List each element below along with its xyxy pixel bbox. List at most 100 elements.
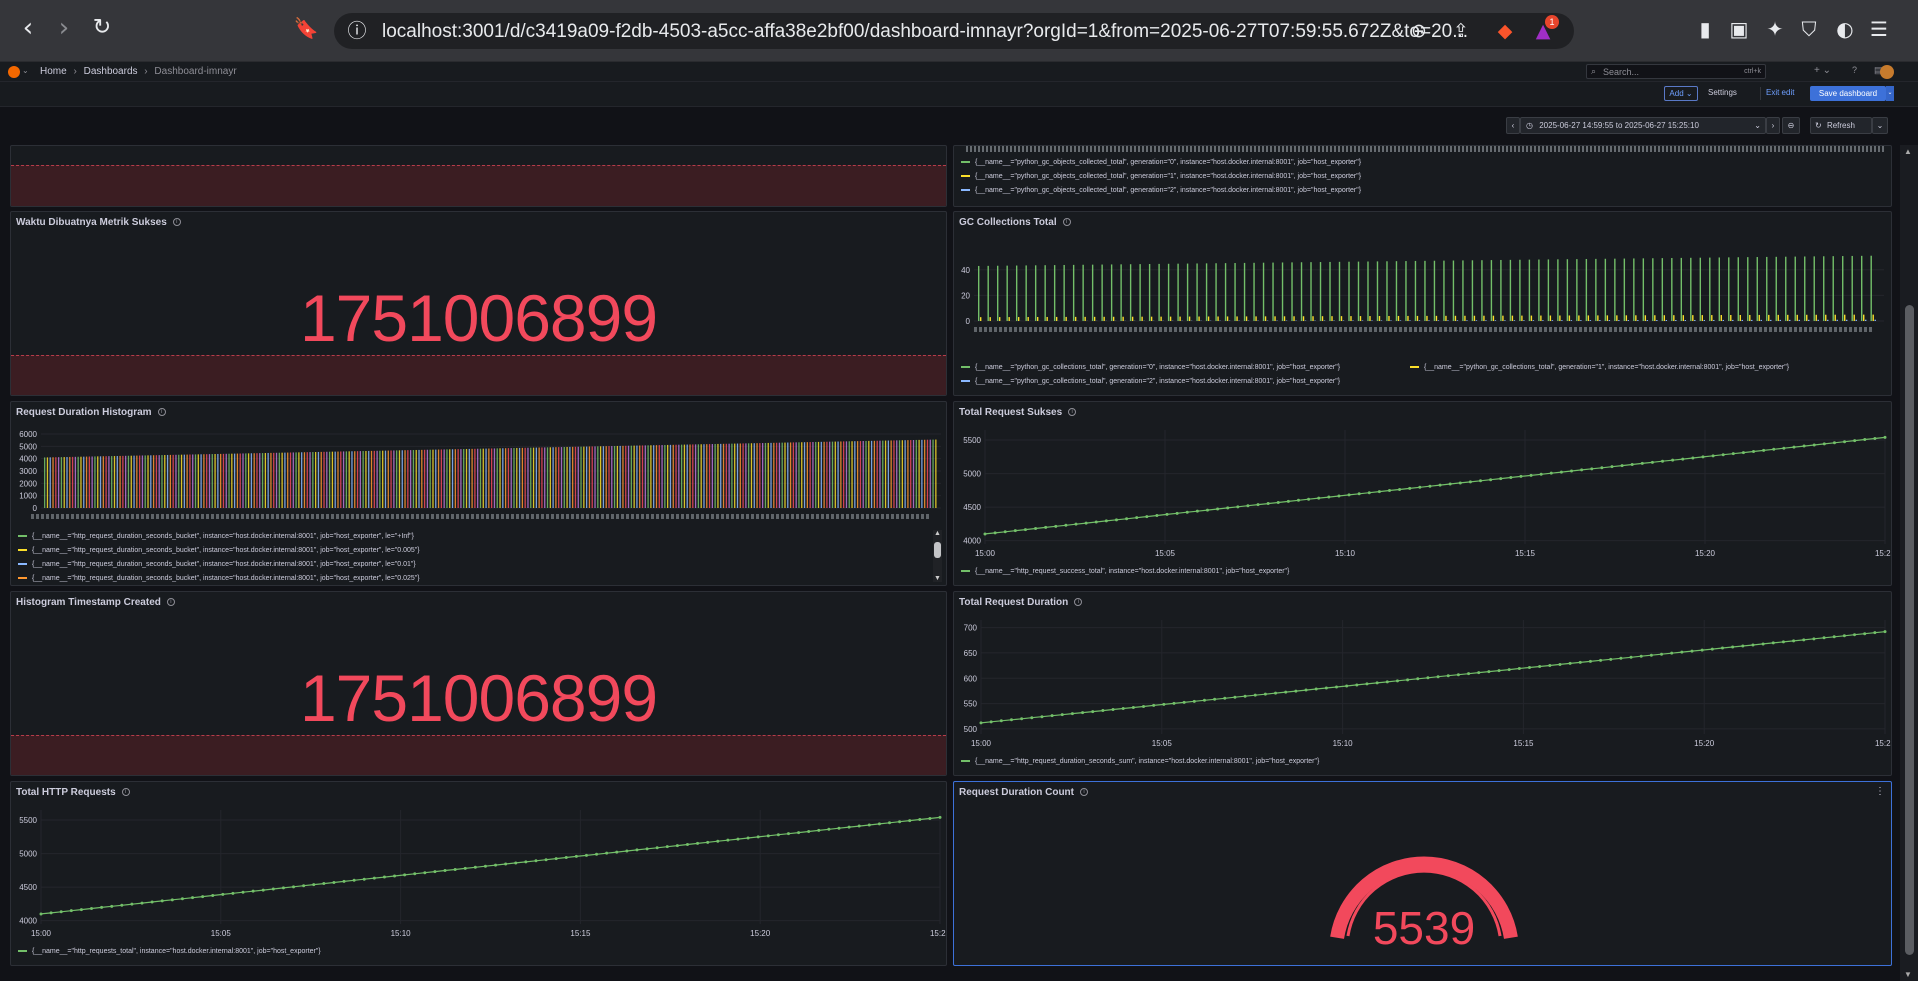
data-point <box>463 866 467 870</box>
panel-request-duration-histogram[interactable]: Request Duration Histogram i 0 1000 2000 300… <box>10 401 947 586</box>
forward-icon[interactable]: › <box>50 14 78 42</box>
time-back-icon[interactable]: ‹ <box>1506 117 1520 134</box>
sidebar-toggle-icon[interactable]: ▮ <box>1692 16 1718 42</box>
bar <box>203 454 205 508</box>
scroll-thumb[interactable] <box>1905 305 1914 955</box>
avatar[interactable] <box>1880 65 1894 79</box>
x-tick-label <box>1809 327 1812 332</box>
panel-gc-collections[interactable]: GC Collections Total i 0 20 40 {__name__="p… <box>953 211 1892 396</box>
panel-top-left[interactable] <box>10 145 947 207</box>
url-text[interactable]: localhost:3001/d/c3419a09-f2db-4503-a5cc… <box>382 21 1468 43</box>
x-tick-label <box>1354 327 1357 332</box>
save-options-chevron-icon[interactable]: ⌄ <box>1886 86 1894 101</box>
address-bar[interactable]: ⓘ localhost:3001/d/c3419a09-f2db-4503-a5… <box>334 13 1574 49</box>
profile-icon[interactable]: ◐ <box>1832 16 1858 42</box>
data-point <box>1304 688 1308 692</box>
help-icon[interactable]: ? <box>1852 65 1857 75</box>
info-icon[interactable]: i <box>1074 598 1083 607</box>
time-forward-icon[interactable]: › <box>1766 117 1780 134</box>
legend-item[interactable]: {__name__="http_request_success_total", … <box>961 568 1289 575</box>
legend-item[interactable]: {__name__="python_gc_collections_total",… <box>961 364 1340 371</box>
grafana-logo-icon[interactable] <box>8 66 20 78</box>
legend-item[interactable]: {__name__="python_gc_collections_total",… <box>961 378 1340 385</box>
bar <box>49 457 51 508</box>
legend-item[interactable]: {__name__="http_requests_total", instanc… <box>18 948 321 955</box>
scroll-up-icon[interactable]: ▲ <box>933 530 942 537</box>
scroll-down-icon[interactable]: ▼ <box>933 575 942 582</box>
leo-ai-icon[interactable]: ✦ <box>1762 16 1788 42</box>
vpn-icon[interactable]: ⛉ <box>1796 16 1822 42</box>
info-icon[interactable]: i <box>166 598 175 607</box>
bookmark-icon[interactable]: 🔖 <box>292 14 320 42</box>
panel-histogram-timestamp[interactable]: Histogram Timestamp Created i 1751006899 <box>10 591 947 776</box>
panel-total-http-requests[interactable]: Total HTTP Requests i 4000 4500 5000 5500 15:… <box>10 781 947 966</box>
legend-item[interactable]: {__name__="http_request_duration_seconds… <box>961 758 1319 765</box>
bar <box>524 447 526 508</box>
bar <box>1226 316 1229 321</box>
data-point <box>1406 678 1410 682</box>
exit-edit-button[interactable]: Exit edit <box>1766 88 1794 97</box>
menu-icon[interactable]: ☰ <box>1866 16 1892 42</box>
chevron-down-icon[interactable]: ⌄ <box>22 66 29 75</box>
panel-waktu-metrik-sukses[interactable]: Waktu Dibuatnya Metrik Sukses i 175100689… <box>10 211 947 396</box>
scroll-down-icon[interactable]: ▼ <box>1904 970 1912 979</box>
search-input[interactable]: ⌕ Search... ctrl+k <box>1586 64 1766 79</box>
wallet-icon[interactable]: ▣ <box>1726 16 1752 42</box>
add-button[interactable]: Add ⌄ <box>1664 86 1698 101</box>
legend-item[interactable]: {__name__="python_gc_objects_collected_t… <box>961 173 1361 180</box>
x-tick-label <box>1149 327 1152 332</box>
legend-item[interactable]: {__name__="http_request_duration_seconds… <box>18 561 416 568</box>
panel-gc-objects[interactable]: {__name__="python_gc_objects_collected_t… <box>953 145 1892 207</box>
bar <box>1397 315 1400 321</box>
legend-item[interactable]: {__name__="http_request_duration_seconds… <box>18 533 414 540</box>
data-point <box>1600 466 1604 470</box>
info-icon[interactable]: i <box>121 788 130 797</box>
legend-item[interactable]: {__name__="python_gc_collections_total",… <box>1410 364 1789 371</box>
legend-item[interactable]: {__name__="http_request_duration_seconds… <box>18 547 420 554</box>
zoom-out-icon[interactable]: ⊖ <box>1782 117 1800 134</box>
legend-item[interactable]: {__name__="http_request_duration_seconds… <box>18 575 420 582</box>
reload-icon[interactable]: ↻ <box>88 14 116 42</box>
legend-item[interactable]: {__name__="python_gc_objects_collected_t… <box>961 187 1361 194</box>
bar <box>1504 320 1506 321</box>
info-icon[interactable]: i <box>1062 218 1071 227</box>
info-icon[interactable]: i <box>172 218 181 227</box>
panel-total-request-duration[interactable]: Total Request Duration i 500 550 600 650 700 1… <box>953 591 1892 776</box>
time-range-picker[interactable]: ◷ 2025-06-27 14:59:55 to 2025-06-27 15:2… <box>1520 117 1766 134</box>
data-point <box>1568 661 1572 665</box>
refresh-button[interactable]: ↻ Refresh <box>1810 117 1872 134</box>
bar <box>907 440 909 508</box>
data-point <box>1296 498 1300 502</box>
x-tick-label <box>631 514 634 519</box>
x-tick-label <box>186 514 189 519</box>
info-icon[interactable]: i <box>157 408 166 417</box>
stat-value: 1751006899 <box>299 661 658 735</box>
info-icon[interactable]: i <box>1080 788 1088 797</box>
bar <box>1481 260 1483 321</box>
panel-menu-icon[interactable]: ⋮ <box>1875 786 1885 797</box>
back-icon[interactable]: ‹ <box>14 14 42 42</box>
x-tick-label <box>486 514 489 519</box>
scroll-up-icon[interactable]: ▲ <box>1904 147 1912 156</box>
breadcrumb-dashboards[interactable]: Dashboards <box>84 66 138 77</box>
data-point <box>1050 714 1054 718</box>
bar <box>197 454 199 508</box>
legend-scrollbar[interactable]: ▲ ▼ <box>933 530 942 582</box>
brave-shields-icon[interactable]: ◆ <box>1492 19 1518 43</box>
site-info-icon[interactable]: ⓘ <box>344 19 370 43</box>
x-tick-label <box>1444 327 1447 332</box>
zoom-icon[interactable]: ⊖ <box>1406 19 1432 43</box>
panel-total-request-sukses[interactable]: Total Request Sukses i 4000 4500 5000 5500 15… <box>953 401 1892 586</box>
page-scrollbar[interactable]: ▲ ▼ <box>1900 145 1918 981</box>
refresh-interval-chevron-icon[interactable]: ⌄ <box>1872 117 1888 134</box>
legend-item[interactable]: {__name__="python_gc_objects_collected_t… <box>961 159 1361 166</box>
settings-button[interactable]: Settings <box>1708 88 1737 97</box>
breadcrumb-home[interactable]: Home <box>40 66 67 77</box>
new-icon[interactable]: + ⌄ <box>1814 65 1831 76</box>
save-dashboard-button[interactable]: Save dashboard <box>1810 86 1886 101</box>
data-point <box>1398 487 1402 491</box>
share-icon[interactable]: ⇪ <box>1448 19 1474 43</box>
info-icon[interactable]: i <box>1068 408 1077 417</box>
panel-request-duration-count[interactable]: Request Duration Count i ⋮ 5539 <box>953 781 1892 966</box>
scroll-thumb[interactable] <box>934 542 941 558</box>
